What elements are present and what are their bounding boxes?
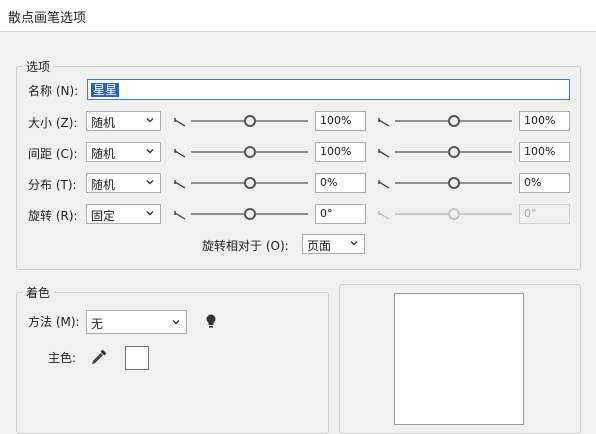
option-row-min-input[interactable]: 0% [315,173,366,193]
option-row-label: 大小 (Z): [28,116,78,130]
ramp-icon [378,209,390,220]
method-select[interactable]: 无 [86,310,187,334]
slider-thumb[interactable] [243,115,256,127]
eyedropper-icon[interactable] [91,348,108,365]
ramp-icon [378,178,390,189]
option-row-mode-select[interactable]: 随机 [86,142,161,162]
ramp-icon [174,147,186,158]
name-input[interactable]: 星星 [87,79,570,100]
slider-thumb [447,208,460,220]
option-row-mode-value: 随机 [91,178,116,192]
name-label: 名称 (N): [28,84,79,98]
option-row-min-input[interactable]: 100% [315,111,366,131]
option-row-max-input: 0° [519,204,570,224]
title-bar: 散点画笔选项 [0,0,596,32]
name-input-value: 星星 [91,83,120,97]
slider-thumb[interactable] [243,208,256,220]
option-row-min-value: 100% [320,145,352,158]
ramp-icon [378,147,390,158]
option-row-max-input[interactable]: 100% [519,111,570,131]
option-row-mode-select[interactable]: 随机 [86,173,161,193]
option-row-mode-value: 随机 [91,116,116,130]
option-row-mode-value: 随机 [91,147,116,161]
lightbulb-icon[interactable] [203,313,219,329]
option-row-max-slider[interactable] [395,115,512,127]
option-row-label: 旋转 (R): [28,209,78,223]
rotate-relative-value: 页面 [307,239,332,253]
option-row-max-value: 0° [524,207,537,220]
option-row-max-value: 100% [524,114,556,127]
option-row-min-slider[interactable] [191,208,308,220]
ramp-icon [378,116,390,127]
chevron-down-icon [146,149,154,154]
option-row-max-input[interactable]: 100% [519,142,570,162]
brush-preview [394,293,524,425]
ramp-icon [174,116,186,127]
option-row-max-value: 0% [524,176,542,189]
option-row-min-value: 0° [320,207,333,220]
method-label: 方法 (M): [28,315,80,329]
slider-thumb[interactable] [447,177,460,189]
option-row-min-value: 0% [320,176,338,189]
ramp-icon [174,178,186,189]
chevron-down-icon [172,320,180,325]
option-row-mode-value: 固定 [91,209,116,223]
option-row-mode-select[interactable]: 随机 [86,111,161,131]
rotate-relative-label: 旋转相对于 (O): [202,239,289,253]
key-color-label: 主色: [48,351,77,365]
option-row-mode-select[interactable]: 固定 [86,204,161,224]
option-row-max-slider[interactable] [395,177,512,189]
ramp-icon [174,209,186,220]
colorization-legend: 着色 [23,284,54,301]
option-row-min-slider[interactable] [191,177,308,189]
slider-thumb[interactable] [243,146,256,158]
slider-thumb[interactable] [447,115,460,127]
chevron-down-icon [146,211,154,216]
key-color-swatch[interactable] [125,346,149,370]
chevron-down-icon [146,118,154,123]
slider-thumb[interactable] [243,177,256,189]
option-row-max-value: 100% [524,145,556,158]
option-row-max-input[interactable]: 0% [519,173,570,193]
option-row-min-slider[interactable] [191,115,308,127]
chevron-down-icon [350,241,358,246]
option-row-label: 间距 (C): [28,147,78,161]
option-row-min-input[interactable]: 0° [315,204,366,224]
slider-thumb[interactable] [447,146,460,158]
option-row-min-slider[interactable] [191,146,308,158]
option-row-label: 分布 (T): [28,178,77,192]
chevron-down-icon [146,180,154,185]
rotate-relative-select[interactable]: 页面 [302,234,365,254]
method-value: 无 [91,317,104,331]
options-legend: 选项 [23,58,54,75]
dialog-title: 散点画笔选项 [8,11,87,26]
option-row-max-slider [395,208,512,220]
option-row-min-value: 100% [320,114,352,127]
option-row-min-input[interactable]: 100% [315,142,366,162]
option-row-max-slider[interactable] [395,146,512,158]
